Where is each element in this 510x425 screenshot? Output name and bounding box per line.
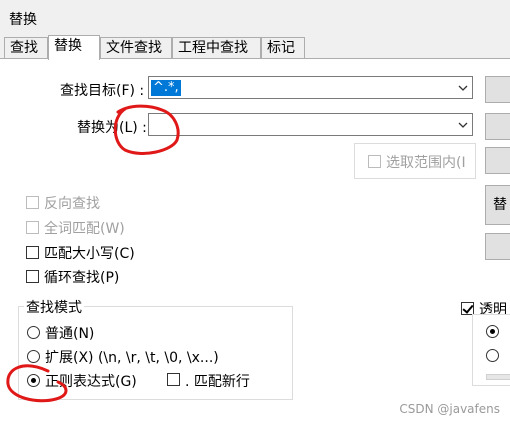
mode-normal-label: 普通(N) <box>45 326 95 342</box>
dot-matches-newline-label: . 匹配新行 <box>185 374 250 390</box>
wrap-around-checkbox[interactable] <box>26 270 39 283</box>
find-label: 查找目标(F) : <box>60 83 145 99</box>
dot-matches-newline-checkbox[interactable] <box>167 373 180 386</box>
replace-button[interactable] <box>485 147 510 174</box>
in-selection-checkbox[interactable] <box>368 155 381 168</box>
find-combobox[interactable]: ^.*, <box>148 76 473 99</box>
watermark-text: CSDN @javafens <box>399 402 500 416</box>
mode-extended-label: 扩展(X) (\n, \r, \t, \0, \x...) <box>45 350 219 366</box>
whole-word-checkbox[interactable] <box>26 221 39 234</box>
window-title: 替换 <box>9 12 37 28</box>
replace-label: 替换为(L) : <box>77 120 147 136</box>
count-button[interactable] <box>485 113 510 140</box>
tab-find-in-files[interactable]: 文件查找 <box>100 37 172 59</box>
tab-replace[interactable]: 替换 <box>48 35 100 60</box>
match-case-label: 匹配大小写(C) <box>44 246 135 262</box>
tab-find-in-project[interactable]: 工程中查找 <box>172 37 261 59</box>
replace-all-button[interactable]: 替 <box>485 185 510 225</box>
mode-extended-radio[interactable] <box>27 350 40 363</box>
wrap-around-label: 循环查找(P) <box>44 270 120 286</box>
mode-normal-radio[interactable] <box>27 326 40 339</box>
transparency-on-focus-radio[interactable] <box>486 325 499 338</box>
search-mode-title: 查找模式 <box>24 297 84 317</box>
match-case-checkbox[interactable] <box>26 246 39 259</box>
close-button[interactable] <box>485 233 510 260</box>
chevron-down-icon[interactable] <box>456 118 470 132</box>
whole-word-label: 全词匹配(W) <box>44 221 125 237</box>
chevron-down-icon[interactable] <box>456 81 470 95</box>
find-next-button[interactable] <box>485 76 510 103</box>
mode-regex-label: 正则表达式(G) <box>45 374 137 390</box>
transparency-always-radio[interactable] <box>486 349 499 362</box>
replace-combobox[interactable] <box>148 113 473 136</box>
tab-find[interactable]: 查找 <box>4 37 48 59</box>
mode-regex-radio[interactable] <box>27 374 40 387</box>
find-input-value[interactable]: ^.*, <box>151 80 181 96</box>
backward-checkbox[interactable] <box>26 196 39 209</box>
backward-label: 反向查找 <box>44 196 100 212</box>
tab-mark[interactable]: 标记 <box>261 37 305 59</box>
transparency-slider[interactable] <box>486 374 510 380</box>
in-selection-label: 选取范围内(I <box>386 155 466 171</box>
